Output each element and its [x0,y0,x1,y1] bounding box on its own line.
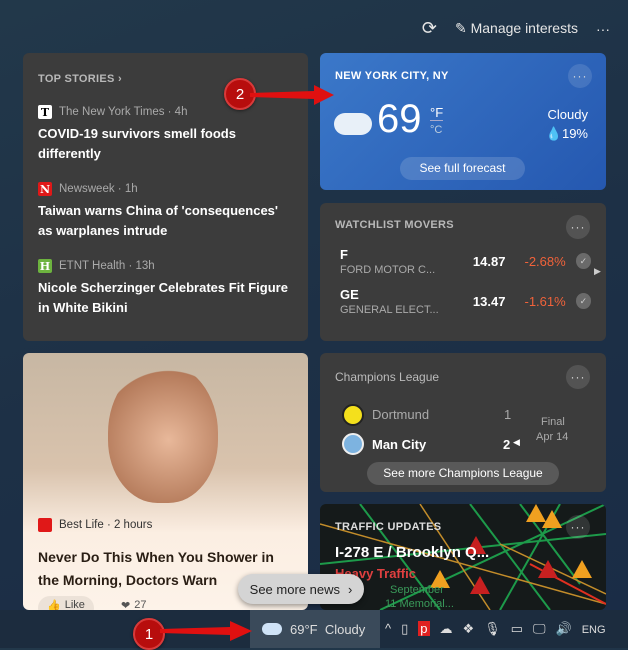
weather-location: NEW YORK CITY, NY [335,70,449,82]
watchlist-more-button[interactable]: ··· [566,215,590,239]
chevron-right-icon: › [347,581,353,597]
publisher-logo: H [38,259,52,273]
stock-symbol: GE [340,286,359,302]
see-full-forecast-button[interactable]: See full forecast [400,157,525,180]
traffic-route: I-278 E / Brooklyn Q... [335,544,490,561]
article-source: Best Life · 2 hours [38,518,152,532]
thumbs-up-icon: 👍 [47,600,61,610]
cloud-icon [334,113,372,135]
unit-celsius[interactable]: °C [430,124,442,136]
story-item[interactable]: H ETNT Health · 13h Nicole Scherzinger Ce… [38,259,293,318]
sports-header: Champions League [335,370,440,384]
volume-icon[interactable]: 🔊 [556,621,572,637]
chevron-up-icon[interactable]: ^ [385,621,391,636]
weather-more-button[interactable]: ··· [568,64,592,88]
stock-price: 13.47 [472,293,506,309]
network-icon[interactable]: 🖵 [533,621,546,637]
pencil-icon: ✎ [454,20,471,36]
map-label: 11 Memorial... [385,598,454,610]
taskbar-weather-button[interactable]: 69°F Cloudy [250,610,380,648]
map-label: September [390,584,444,596]
traffic-header: TRAFFIC UPDATES [335,521,442,533]
weather-card[interactable]: NEW YORK CITY, NY ··· 69 °F °C Cloudy 💧1… [320,53,606,190]
temperature: 69 [377,97,422,141]
publisher-logo: T [38,105,52,119]
story-source: T The New York Times · 4h [38,105,293,119]
match-status: Final [541,416,565,428]
language-indicator[interactable]: ENG [582,624,606,636]
publisher-logo: N [38,182,52,196]
article-card[interactable]: Best Life · 2 hours Never Do This When Y… [23,353,308,610]
more-options-button[interactable]: ··· [596,21,610,37]
onedrive-icon[interactable]: ☁ [440,621,453,637]
match-date: Apr 14 [536,431,569,443]
battery-icon[interactable]: ▭ [511,621,523,637]
system-tray: ^ ▯ p ☁ ❖ 🎙 ▭ 🖵 🔊 ENG [385,620,616,638]
team-score: 1 [504,407,512,422]
like-label: Like [64,599,85,610]
app-tray-icon[interactable]: p [418,621,430,636]
man-city-logo [342,433,364,455]
story-item[interactable]: T The New York Times · 4h COVID-19 surviv… [38,105,293,164]
story-headline: Taiwan warns China of 'consequences' as … [38,203,278,238]
weather-condition: Cloudy [547,107,588,122]
champions-league-card: Champions League ··· Dortmund 1 Man City… [320,353,606,492]
reactions[interactable]: ❤ 27 [121,599,146,610]
team-name: Man City [372,437,427,452]
reaction-emoji-icon: ❤ [121,600,131,610]
manage-interests-button[interactable]: ✎ Manage interests [455,20,578,37]
story-headline: Nicole Scherzinger Celebrates Fit Figure… [38,280,288,315]
story-source: N Newsweek · 1h [38,182,138,196]
stock-change: -1.61% [524,293,566,309]
precipitation: 💧19% [545,126,588,141]
watchlist-card: WATCHLIST MOVERS ··· F FORD MOTOR C... 1… [320,203,606,341]
story-headline: COVID-19 survivors smell foods different… [38,126,236,161]
reaction-count: 27 [134,599,147,610]
stock-row[interactable]: GE GENERAL ELECT... 13.47 -1.61% ✓ [340,281,591,321]
traffic-more-button[interactable]: ··· [566,515,590,539]
next-arrow-icon[interactable]: ▶ [594,266,601,277]
story-item[interactable]: N Newsweek · 1h Taiwan warns China of 'co… [38,182,293,241]
annotation-arrow [160,621,252,641]
checkmark-icon[interactable]: ✓ [575,253,591,269]
best-life-logo [38,518,52,532]
refresh-icon[interactable]: ⟳ [422,18,437,39]
watchlist-header: WATCHLIST MOVERS [335,219,454,231]
widgets-toolbar: ⟳ ✎ Manage interests ··· [422,18,610,39]
unit-fahrenheit[interactable]: °F [430,105,444,121]
stock-change: -2.68% [524,253,566,269]
stock-name: GENERAL ELECT... [340,303,439,316]
sports-more-button[interactable]: ··· [566,365,590,389]
dortmund-logo [342,404,364,426]
stock-symbol: F [340,246,348,262]
team-name: Dortmund [372,407,430,422]
stock-price: 14.87 [472,253,506,269]
microphone-icon[interactable]: 🎙 [484,621,501,637]
article-image [108,363,218,503]
winner-indicator-icon: ◀ [513,437,520,447]
droplet-icon: 💧 [545,126,562,141]
dropbox-icon[interactable]: ❖ [463,621,475,637]
checkmark-icon[interactable]: ✓ [575,293,591,309]
like-button[interactable]: 👍 Like [38,596,94,610]
story-source: H ETNT Health · 13h [38,259,155,273]
team-score: 2 [503,437,511,452]
cloud-icon [262,623,282,635]
see-more-news-button[interactable]: See more news › [238,574,364,604]
stock-name: FORD MOTOR C... [340,263,436,276]
see-more-champions-league-button[interactable]: See more Champions League [367,462,559,485]
annotation-arrow [250,85,334,105]
usb-icon[interactable]: ▯ [401,621,408,637]
top-stories-header[interactable]: TOP STORIES › [38,73,293,85]
stock-row[interactable]: F FORD MOTOR C... 14.87 -2.68% ✓ [340,241,591,281]
